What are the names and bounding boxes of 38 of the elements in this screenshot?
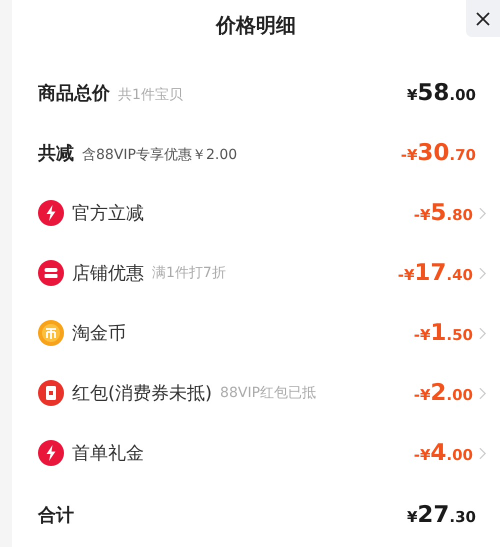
discount-item[interactable]: 红包(消费券未抵) 88VIP红包已抵 -¥2.00 [38, 363, 476, 423]
chevron-right-icon [479, 326, 486, 340]
lightning-icon [38, 440, 64, 466]
discount-amount: -¥4.00 [414, 438, 473, 468]
discount-amount: -¥17.40 [398, 258, 473, 288]
chevron-right-icon [479, 386, 486, 400]
discount-label: 官方立减 [72, 202, 144, 226]
amount: -¥30.70 [400, 138, 476, 168]
envelope-icon [38, 380, 64, 406]
lightning-icon [38, 200, 64, 226]
close-button[interactable] [466, 0, 500, 37]
row-label: 共减 [38, 142, 74, 166]
discount-amount: -¥1.50 [414, 318, 473, 348]
panel-title: 价格明细 [216, 12, 296, 39]
discount-note: 满1件打7折 [152, 264, 226, 282]
close-icon [475, 10, 491, 26]
discount-amount: -¥5.80 [414, 198, 473, 228]
discount-note: 88VIP红包已抵 [220, 384, 316, 402]
discount-item[interactable]: 淘金币 -¥1.50 [38, 303, 476, 363]
discount-label: 店铺优惠 [72, 262, 144, 286]
discount-item[interactable]: 官方立减 -¥5.80 [38, 183, 476, 243]
chevron-right-icon [479, 266, 486, 280]
total-label: 合计 [38, 504, 74, 528]
chevron-right-icon [479, 206, 486, 220]
coin-icon [38, 320, 64, 346]
discount-item[interactable]: 首单礼金 -¥4.00 [38, 423, 476, 483]
shop-icon [38, 260, 64, 286]
row-note: 共1件宝贝 [118, 86, 183, 104]
discount-label: 首单礼金 [72, 442, 144, 466]
row-label: 商品总价 [38, 82, 110, 106]
discount-item[interactable]: 店铺优惠 满1件打7折 -¥17.40 [38, 243, 476, 303]
discount-label: 红包(消费券未抵) [72, 382, 212, 406]
total-amount: ¥27.30 [406, 500, 476, 530]
chevron-right-icon [479, 446, 486, 460]
discount-label: 淘金币 [72, 322, 126, 346]
row-note: 含88VIP专享优惠￥2.00 [82, 146, 238, 164]
amount: ¥58.00 [406, 78, 476, 108]
discount-amount: -¥2.00 [414, 378, 473, 408]
